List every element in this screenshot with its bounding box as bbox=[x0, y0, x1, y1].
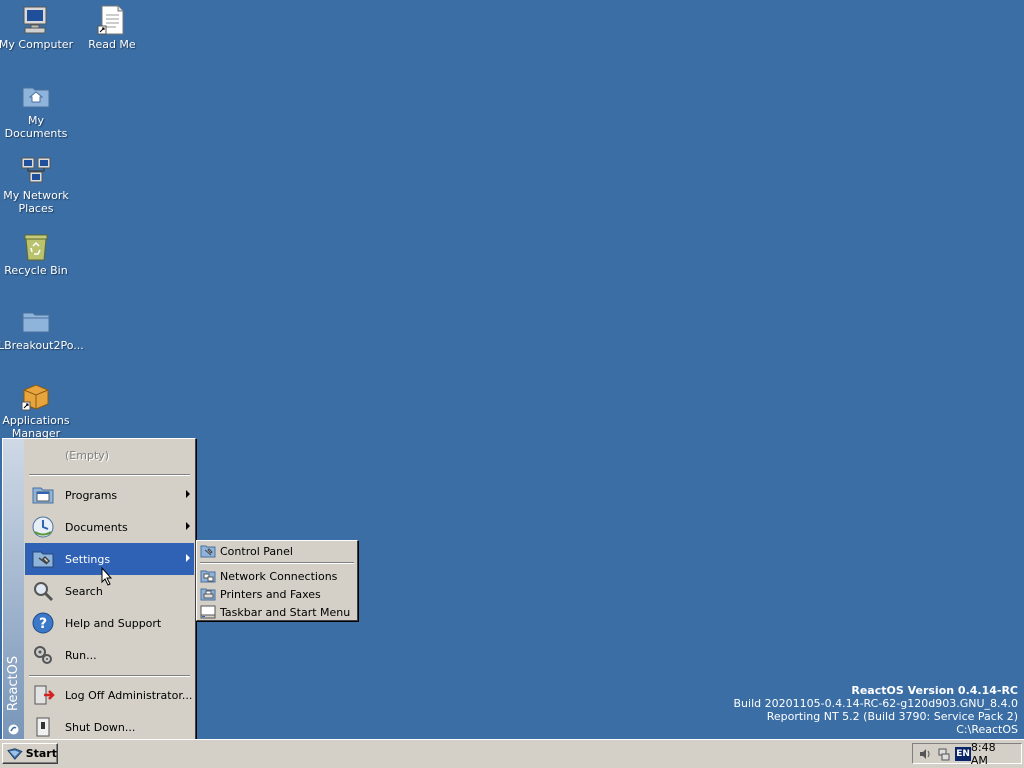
menu-item-documents[interactable]: Documents bbox=[25, 511, 194, 543]
documents-icon bbox=[31, 515, 55, 539]
desktop-icon-label: My Network Places bbox=[3, 189, 69, 215]
recent-empty-item: (Empty) bbox=[25, 439, 194, 471]
submenu-item-printers[interactable]: Printers and Faxes bbox=[198, 585, 356, 603]
package-icon bbox=[20, 380, 52, 412]
submenu-item-label: Taskbar and Start Menu bbox=[220, 605, 351, 619]
mouse-cursor-icon bbox=[101, 567, 113, 586]
menu-item-label: Shut Down... bbox=[65, 720, 136, 734]
desktop-icon-my-network-places[interactable]: My Network Places bbox=[0, 155, 74, 215]
menu-item-label: Programs bbox=[65, 488, 118, 502]
menu-separator bbox=[29, 474, 190, 476]
svg-text:?: ? bbox=[39, 616, 47, 632]
taskbar: Start EN 8:48 AM bbox=[0, 739, 1024, 768]
path-text: C:\ReactOS bbox=[956, 723, 1018, 736]
run-icon bbox=[31, 643, 55, 667]
network-status-icon[interactable] bbox=[937, 746, 953, 762]
start-menu-brand: ReactOS bbox=[6, 655, 21, 711]
menu-item-label: Help and Support bbox=[65, 616, 162, 630]
version-watermark: ReactOS Version 0.4.14-RC Build 20201105… bbox=[734, 684, 1018, 736]
reactos-logo-icon bbox=[8, 724, 19, 735]
system-tray: EN 8:48 AM bbox=[912, 741, 1022, 767]
menu-item-programs[interactable]: Programs bbox=[25, 479, 194, 511]
desktop-icon-label: My Documents bbox=[4, 114, 68, 140]
submenu-item-label: Control Panel bbox=[220, 544, 293, 558]
desktop-icon-label: Recycle Bin bbox=[4, 264, 68, 277]
settings-icon bbox=[31, 547, 55, 571]
desktop-icon-label: My Computer bbox=[0, 38, 74, 51]
document-icon bbox=[96, 4, 128, 36]
menu-item-label: Log Off Administrator... bbox=[65, 688, 193, 702]
start-logo-icon bbox=[7, 747, 23, 760]
desktop-icon-my-documents[interactable]: My Documents bbox=[0, 80, 74, 140]
submenu-item-network-connections[interactable]: Network Connections bbox=[198, 567, 356, 585]
start-button-label: Start bbox=[25, 747, 57, 760]
help-icon: ? bbox=[31, 611, 55, 635]
submenu-item-label: Network Connections bbox=[220, 569, 338, 583]
menu-separator bbox=[29, 675, 190, 677]
shutdown-icon bbox=[31, 715, 55, 739]
programs-icon bbox=[31, 483, 55, 507]
settings-submenu: Control Panel Network Connections Printe… bbox=[196, 540, 358, 621]
menu-item-label: Settings bbox=[65, 552, 111, 566]
desktop-icon-my-computer[interactable]: My Computer bbox=[0, 4, 74, 51]
menu-item-label: Documents bbox=[65, 520, 128, 534]
menu-item-run[interactable]: Run... bbox=[25, 639, 194, 671]
submenu-arrow-icon bbox=[186, 554, 190, 562]
printer-icon bbox=[200, 586, 216, 602]
build-text: Build 20201105-0.4.14-RC-62-g120d903.GNU… bbox=[733, 697, 1018, 710]
logoff-icon bbox=[31, 683, 55, 707]
network-icon bbox=[20, 155, 52, 187]
menu-item-help[interactable]: ? Help and Support bbox=[25, 607, 194, 639]
desktop-icon-label: Read Me bbox=[88, 38, 136, 51]
submenu-arrow-icon bbox=[186, 490, 190, 498]
submenu-item-taskbar-start-menu[interactable]: Taskbar and Start Menu bbox=[198, 603, 356, 621]
submenu-item-control-panel[interactable]: Control Panel bbox=[198, 542, 356, 560]
control-panel-icon bbox=[200, 543, 216, 559]
start-menu-banner: ReactOS bbox=[3, 439, 24, 740]
search-icon bbox=[31, 579, 55, 603]
network-connections-icon bbox=[200, 568, 216, 584]
empty-label: (Empty) bbox=[65, 448, 110, 462]
desktop-icon-label: LBreakout2Po... bbox=[0, 339, 84, 352]
desktop-icon-label: Applications Manager bbox=[2, 414, 70, 440]
desktop-icon-read-me[interactable]: Read Me bbox=[74, 4, 150, 51]
submenu-arrow-icon bbox=[186, 522, 190, 530]
computer-icon bbox=[20, 4, 52, 36]
menu-item-label: Run... bbox=[65, 648, 97, 662]
submenu-separator bbox=[200, 562, 354, 564]
menu-item-log-off[interactable]: Log Off Administrator... bbox=[25, 679, 194, 711]
reporting-text: Reporting NT 5.2 (Build 3790: Service Pa… bbox=[766, 710, 1018, 723]
volume-icon[interactable] bbox=[917, 746, 933, 762]
recycle-bin-icon bbox=[20, 230, 52, 262]
language-indicator[interactable]: EN bbox=[955, 746, 971, 761]
desktop-icon-lbreakout2[interactable]: LBreakout2Po... bbox=[0, 305, 84, 352]
desktop-icon-recycle-bin[interactable]: Recycle Bin bbox=[0, 230, 74, 277]
start-menu: ReactOS (Empty) Programs Documents Setti… bbox=[2, 438, 196, 741]
desktop-icon-applications-manager[interactable]: Applications Manager bbox=[0, 380, 74, 440]
menu-item-label: Search bbox=[65, 584, 103, 598]
taskbar-clock[interactable]: 8:48 AM bbox=[971, 741, 1015, 767]
folder-icon bbox=[20, 305, 52, 337]
taskbar-icon bbox=[200, 604, 216, 620]
version-text: ReactOS Version 0.4.14-RC bbox=[851, 684, 1018, 697]
submenu-item-label: Printers and Faxes bbox=[220, 587, 321, 601]
start-button[interactable]: Start bbox=[2, 743, 58, 764]
documents-folder-icon bbox=[20, 80, 52, 112]
